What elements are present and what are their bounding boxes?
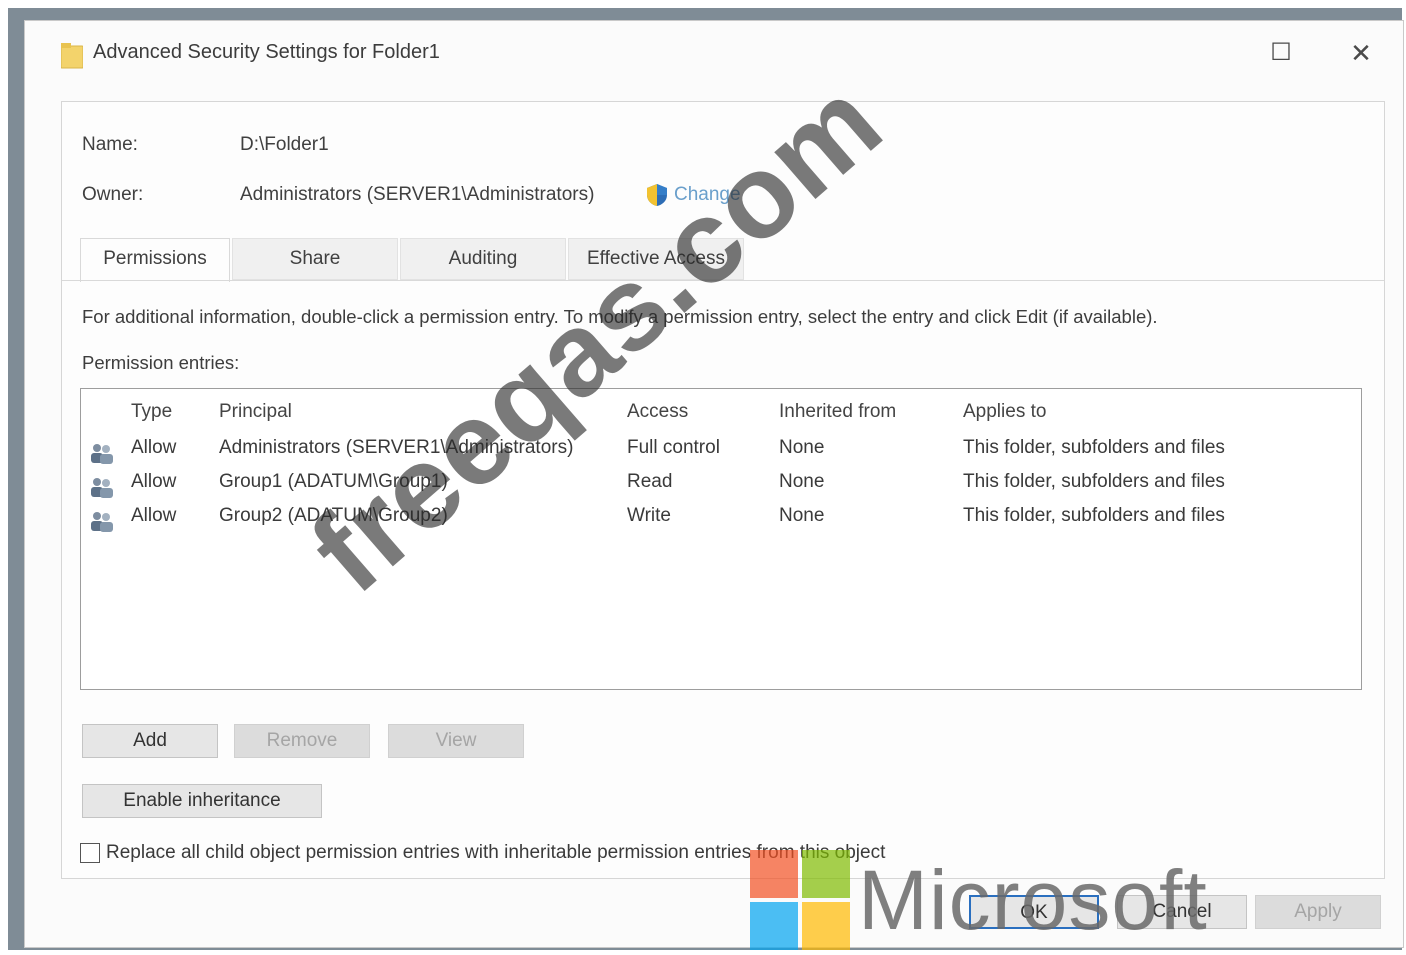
users-icon	[91, 512, 113, 532]
permission-entries-list[interactable]: Type Principal Access Inherited from App…	[80, 388, 1362, 690]
add-button[interactable]: Add	[82, 724, 218, 758]
cell-applies-to: This folder, subfolders and files	[963, 505, 1225, 526]
column-header-access[interactable]: Access	[627, 401, 688, 423]
cell-principal: Group2 (ADATUM\Group2)	[219, 505, 448, 526]
permission-entries-label: Permission entries:	[82, 352, 240, 373]
folder-icon	[61, 43, 83, 69]
column-header-inherited-from[interactable]: Inherited from	[779, 401, 896, 423]
tab-auditing[interactable]: Auditing	[400, 238, 566, 280]
table-row[interactable]: Allow Group1 (ADATUM\Group1) Read None T…	[81, 471, 1361, 503]
change-owner-link[interactable]: Change	[646, 183, 741, 207]
name-value: D:\Folder1	[240, 134, 329, 155]
remove-button[interactable]: Remove	[234, 724, 370, 758]
close-button[interactable]: ✕	[1341, 35, 1381, 71]
cell-applies-to: This folder, subfolders and files	[963, 437, 1225, 458]
column-header-principal[interactable]: Principal	[219, 401, 292, 423]
table-row[interactable]: Allow Administrators (SERVER1\Administra…	[81, 437, 1361, 469]
microsoft-logo-icon	[750, 850, 850, 950]
cell-principal: Administrators (SERVER1\Administrators)	[219, 437, 574, 458]
instructions-text: For additional information, double-click…	[82, 306, 1158, 327]
view-button[interactable]: View	[388, 724, 524, 758]
content-panel: Name: D:\Folder1 Owner: Administrators (…	[61, 101, 1385, 879]
users-icon	[91, 478, 113, 498]
ok-button[interactable]: OK	[969, 895, 1099, 929]
column-header-applies-to[interactable]: Applies to	[963, 401, 1046, 423]
window-title: Advanced Security Settings for Folder1	[93, 41, 440, 63]
name-label: Name:	[82, 134, 138, 155]
owner-label: Owner:	[82, 184, 144, 205]
cell-type: Allow	[131, 471, 177, 492]
cell-access: Write	[627, 505, 671, 526]
uac-shield-icon	[647, 184, 667, 206]
title-bar: Advanced Security Settings for Folder1 ☐…	[25, 21, 1403, 85]
enable-inheritance-button[interactable]: Enable inheritance	[82, 784, 322, 818]
column-header-type[interactable]: Type	[131, 401, 172, 423]
users-icon	[91, 444, 113, 464]
tab-divider	[62, 280, 1384, 281]
apply-button[interactable]: Apply	[1255, 895, 1381, 929]
cell-access: Full control	[627, 437, 720, 458]
cell-type: Allow	[131, 437, 177, 458]
tab-effective-access[interactable]: Effective Access	[568, 238, 744, 280]
tab-permissions[interactable]: Permissions	[80, 238, 230, 282]
cell-inherited-from: None	[779, 437, 825, 458]
cell-inherited-from: None	[779, 505, 825, 526]
cell-applies-to: This folder, subfolders and files	[963, 471, 1225, 492]
screenshot-frame: Advanced Security Settings for Folder1 ☐…	[8, 8, 1404, 950]
cell-access: Read	[627, 471, 673, 492]
cancel-button[interactable]: Cancel	[1117, 895, 1247, 929]
owner-value: Administrators (SERVER1\Administrators)	[240, 184, 595, 205]
tab-share[interactable]: Share	[232, 238, 398, 280]
change-link-label: Change	[674, 184, 741, 205]
replace-child-permissions-checkbox[interactable]	[80, 843, 100, 863]
cell-type: Allow	[131, 505, 177, 526]
cell-inherited-from: None	[779, 471, 825, 492]
table-row[interactable]: Allow Group2 (ADATUM\Group2) Write None …	[81, 505, 1361, 537]
maximize-button[interactable]: ☐	[1261, 35, 1301, 71]
cell-principal: Group1 (ADATUM\Group1)	[219, 471, 448, 492]
security-settings-window: Advanced Security Settings for Folder1 ☐…	[24, 20, 1404, 948]
